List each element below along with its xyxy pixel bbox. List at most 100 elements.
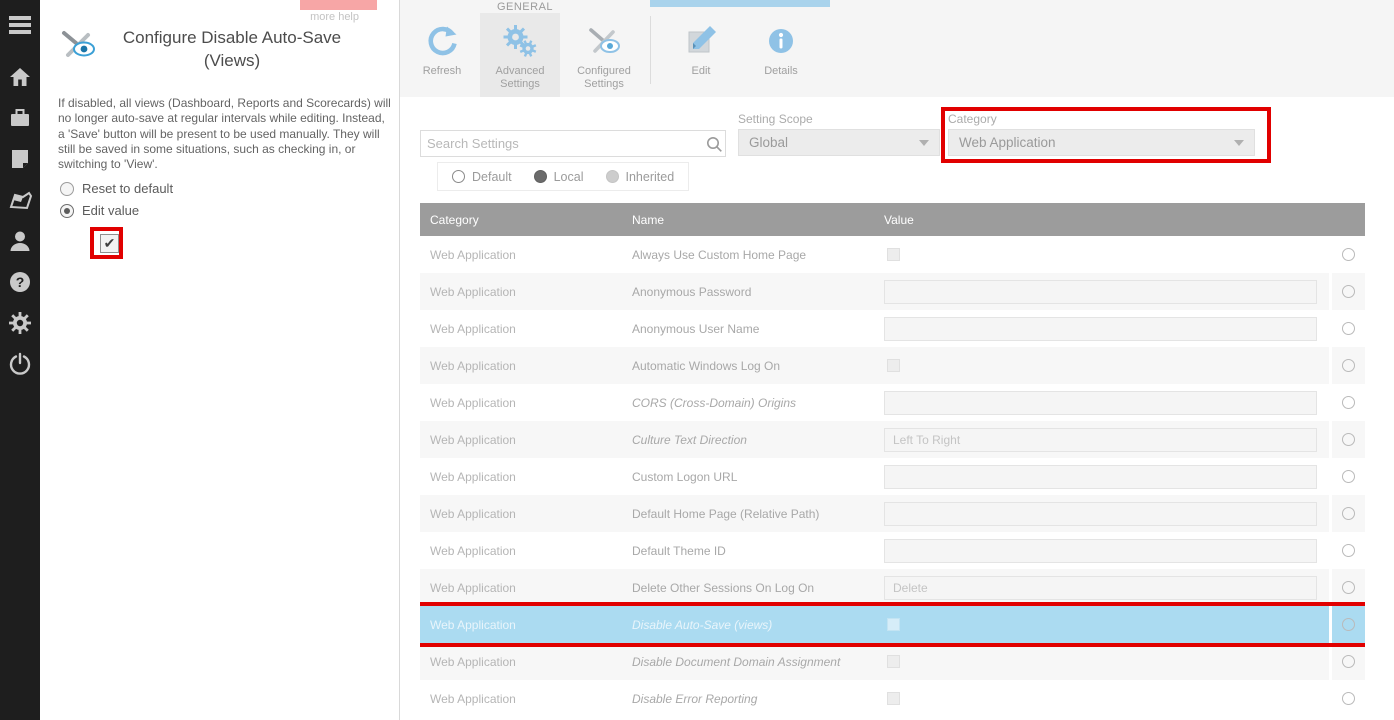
local-dot-icon	[534, 170, 547, 183]
value-checkbox[interactable]	[887, 655, 900, 668]
value-input[interactable]	[884, 317, 1317, 341]
table-row[interactable]: Web ApplicationDisable Document Domain A…	[420, 643, 1365, 680]
table-row[interactable]: Web ApplicationDisable Error Reporting	[420, 680, 1365, 717]
note-icon[interactable]	[7, 146, 33, 172]
row-select-radio[interactable]	[1342, 359, 1355, 372]
panel-title: Configure Disable Auto-Save (Views)	[58, 26, 378, 72]
cell-category: Web Application	[420, 433, 632, 447]
tools-eye-icon	[58, 28, 98, 65]
chevron-down-icon	[1234, 140, 1244, 146]
row-select-radio[interactable]	[1342, 433, 1355, 446]
row-select-radio[interactable]	[1342, 322, 1355, 335]
cell-category: Web Application	[420, 692, 632, 706]
home-icon[interactable]	[7, 64, 33, 90]
help-video-button[interactable]	[300, 0, 377, 10]
value-input[interactable]	[884, 465, 1317, 489]
cell-name: Anonymous Password	[632, 285, 884, 299]
row-select-radio[interactable]	[1342, 655, 1355, 668]
cell-value	[884, 248, 1329, 261]
info-icon	[764, 19, 798, 63]
cell-value	[884, 359, 1329, 372]
legend-local[interactable]: Local	[534, 170, 584, 184]
cell-value	[884, 692, 1329, 705]
value-checkbox[interactable]	[887, 248, 900, 261]
chevron-down-icon	[919, 140, 929, 146]
radio-icon	[60, 204, 74, 218]
value-input[interactable]	[884, 280, 1317, 304]
row-select-radio[interactable]	[1342, 470, 1355, 483]
cell-category: Web Application	[420, 581, 632, 595]
value-input[interactable]	[884, 539, 1317, 563]
advanced-settings-button[interactable]: Advanced Settings	[480, 13, 560, 97]
settings-gear-icon[interactable]	[7, 310, 33, 336]
table-row[interactable]: Web ApplicationAlways Use Custom Home Pa…	[420, 236, 1365, 273]
category-label: Category	[948, 112, 997, 126]
table-row[interactable]: Web ApplicationDefault Home Page (Relati…	[420, 495, 1365, 532]
value-input[interactable]	[884, 576, 1317, 600]
search-icon[interactable]	[703, 135, 725, 153]
edit-mode-options: Reset to default Edit value	[60, 181, 173, 225]
briefcase-icon[interactable]	[7, 105, 33, 131]
cell-category: Web Application	[420, 618, 632, 632]
cell-value	[884, 465, 1329, 489]
row-select-radio[interactable]	[1342, 544, 1355, 557]
cell-name: Disable Document Domain Assignment	[632, 655, 884, 669]
user-icon[interactable]	[7, 228, 33, 254]
table-row[interactable]: Web ApplicationDefault Theme ID	[420, 532, 1365, 569]
value-checkbox[interactable]	[887, 359, 900, 372]
table-row[interactable]: Web ApplicationAnonymous User Name	[420, 310, 1365, 347]
value-checkbox[interactable]	[887, 692, 900, 705]
table-row[interactable]: Web ApplicationAutomatic Windows Log On	[420, 347, 1365, 384]
config-panel: more help Configure Disable Auto-Save (V…	[40, 0, 400, 720]
value-input[interactable]	[884, 502, 1317, 526]
power-icon[interactable]	[7, 351, 33, 377]
edit-button[interactable]: Edit	[666, 13, 736, 97]
more-help-link[interactable]: more help	[310, 11, 359, 23]
menu-icon[interactable]	[7, 12, 33, 38]
setting-scope-dropdown[interactable]: Global	[738, 129, 940, 156]
value-input[interactable]	[884, 428, 1317, 452]
search-input[interactable]	[421, 136, 703, 151]
legend-default[interactable]: Default	[452, 170, 512, 184]
refresh-icon	[423, 19, 461, 63]
tools-eye-icon	[585, 19, 623, 63]
row-select-radio[interactable]	[1342, 396, 1355, 409]
reset-to-default-radio[interactable]: Reset to default	[60, 181, 173, 196]
row-select-radio[interactable]	[1342, 285, 1355, 298]
table-row[interactable]: Web ApplicationDisable Auto-Save (views)	[420, 606, 1365, 643]
setting-description: If disabled, all views (Dashboard, Repor…	[58, 96, 392, 172]
value-input[interactable]	[884, 391, 1317, 415]
details-button[interactable]: Details	[746, 13, 816, 97]
edit-value-radio[interactable]: Edit value	[60, 203, 173, 218]
row-select-radio[interactable]	[1342, 248, 1355, 261]
table-body: Web ApplicationAlways Use Custom Home Pa…	[420, 236, 1365, 717]
cell-name: Anonymous User Name	[632, 322, 884, 336]
configured-settings-button[interactable]: Configured Settings	[564, 13, 644, 97]
folder-icon[interactable]	[7, 187, 33, 213]
header-name: Name	[632, 213, 884, 227]
value-checkbox[interactable]: ✔	[100, 234, 119, 253]
legend-inherited[interactable]: Inherited	[606, 170, 675, 184]
cell-category: Web Application	[420, 322, 632, 336]
row-select-radio[interactable]	[1342, 581, 1355, 594]
row-select-radio[interactable]	[1342, 692, 1355, 705]
category-dropdown[interactable]: Web Application	[948, 129, 1255, 156]
value-checkbox[interactable]	[887, 618, 900, 631]
row-select-radio[interactable]	[1342, 618, 1355, 631]
cell-category: Web Application	[420, 655, 632, 669]
table-row[interactable]: Web ApplicationCORS (Cross-Domain) Origi…	[420, 384, 1365, 421]
table-row[interactable]: Web ApplicationCulture Text Direction	[420, 421, 1365, 458]
table-row[interactable]: Web ApplicationDelete Other Sessions On …	[420, 569, 1365, 606]
refresh-button[interactable]: Refresh	[410, 13, 474, 97]
help-icon[interactable]: ?	[7, 269, 33, 295]
table-row[interactable]: Web ApplicationCustom Logon URL	[420, 458, 1365, 495]
cell-name: CORS (Cross-Domain) Origins	[632, 396, 884, 410]
inherited-dot-icon	[606, 170, 619, 183]
cell-category: Web Application	[420, 470, 632, 484]
row-select-radio[interactable]	[1342, 507, 1355, 520]
ribbon-toolbar: GENERAL Refresh Advanced S	[400, 0, 1394, 97]
cell-name: Delete Other Sessions On Log On	[632, 581, 884, 595]
table-row[interactable]: Web ApplicationAnonymous Password	[420, 273, 1365, 310]
cell-category: Web Application	[420, 507, 632, 521]
cell-value	[884, 502, 1329, 526]
